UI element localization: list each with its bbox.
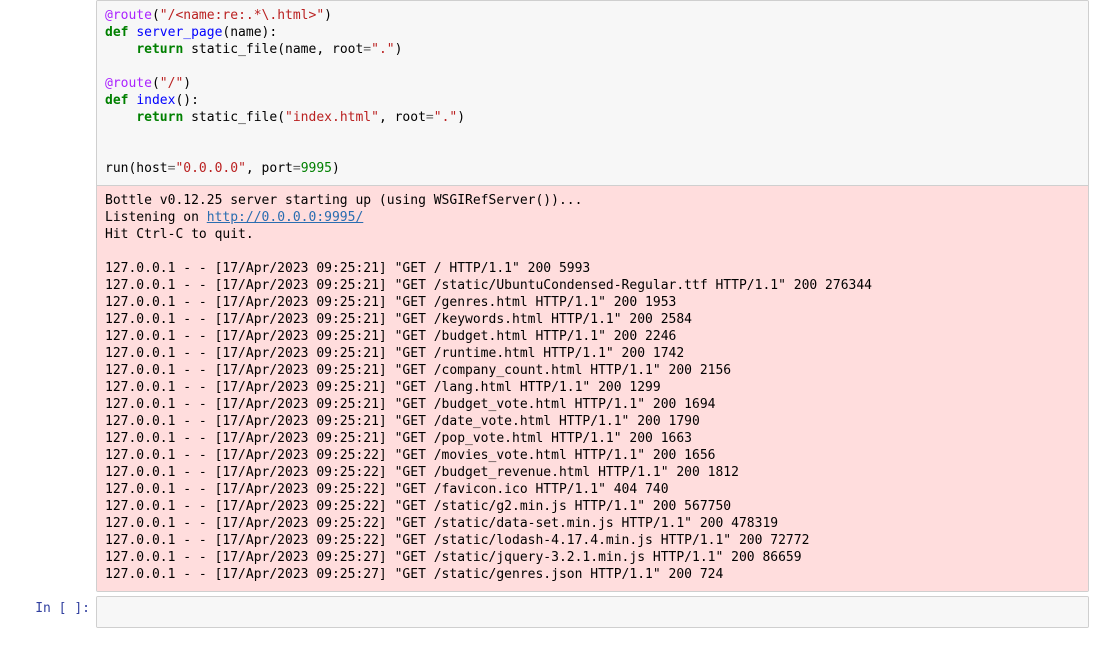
decorator: @route (105, 8, 152, 23)
stderr-output-area: Bottle v0.12.25 server starting up (usin… (97, 185, 1088, 591)
notebook: @route("/<name:re:.*\.html>") def server… (0, 0, 1097, 652)
cell-body: @route("/<name:re:.*\.html>") def server… (96, 0, 1089, 592)
code-input-area[interactable] (97, 597, 1088, 627)
input-prompt: In [ ]: (8, 596, 96, 616)
input-prompt (8, 0, 96, 5)
output-line: Hit Ctrl-C to quit. (105, 227, 254, 242)
code-block: @route("/<name:re:.*\.html>") def server… (105, 7, 1080, 177)
cell-body (96, 596, 1089, 628)
server-url-link[interactable]: http://0.0.0.0:9995/ (207, 210, 364, 225)
code-input-area[interactable]: @route("/<name:re:.*\.html>") def server… (97, 1, 1088, 185)
output-text: Bottle v0.12.25 server starting up (usin… (105, 192, 1080, 583)
code-cell: @route("/<name:re:.*\.html>") def server… (0, 0, 1097, 592)
access-log: 127.0.0.1 - - [17/Apr/2023 09:25:21] "GE… (105, 261, 872, 582)
output-line: Listening on (105, 210, 207, 225)
output-line: Bottle v0.12.25 server starting up (usin… (105, 193, 582, 208)
empty-code-cell: In [ ]: (0, 596, 1097, 628)
